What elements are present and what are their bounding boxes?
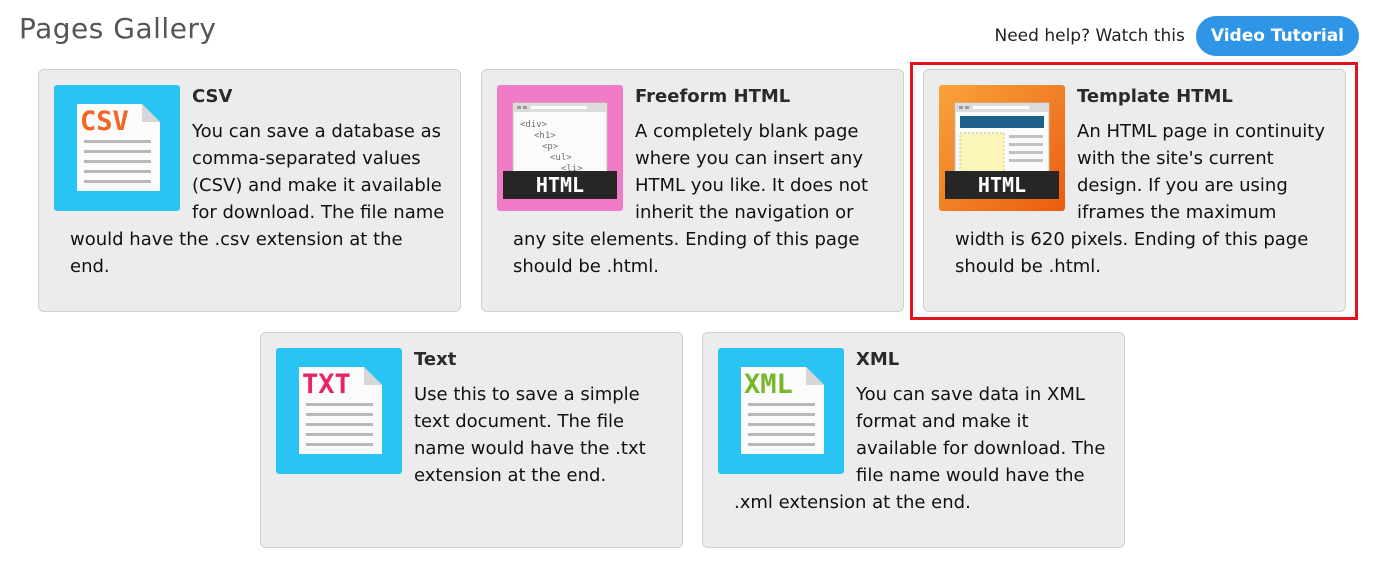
card-title: Text (414, 349, 457, 370)
card-xml[interactable]: XML XML You can save data in XML format … (702, 332, 1125, 548)
card-title: Freeform HTML (635, 86, 791, 107)
card-csv[interactable]: CSV CSV You can save a database as comma… (38, 69, 461, 312)
card-freeform-html[interactable]: <div> <h1> <p> <ul> <li> HTML Freeform H… (481, 69, 904, 312)
card-title: CSV (192, 86, 233, 107)
help-text: Need help? Watch this (994, 26, 1185, 46)
card-text[interactable]: TXT Text Use this to save a simple text … (260, 332, 683, 548)
help-area: Need help? Watch this Video Tutorial (994, 16, 1359, 56)
card-template-html[interactable]: HTML Template HTML An HTML page in conti… (923, 69, 1346, 312)
card-title: Template HTML (1077, 86, 1233, 107)
card-title: XML (856, 349, 900, 370)
card-description: Use this to save a simple text document.… (414, 384, 646, 486)
page-title: Pages Gallery (19, 12, 217, 45)
video-tutorial-button[interactable]: Video Tutorial (1195, 16, 1359, 56)
